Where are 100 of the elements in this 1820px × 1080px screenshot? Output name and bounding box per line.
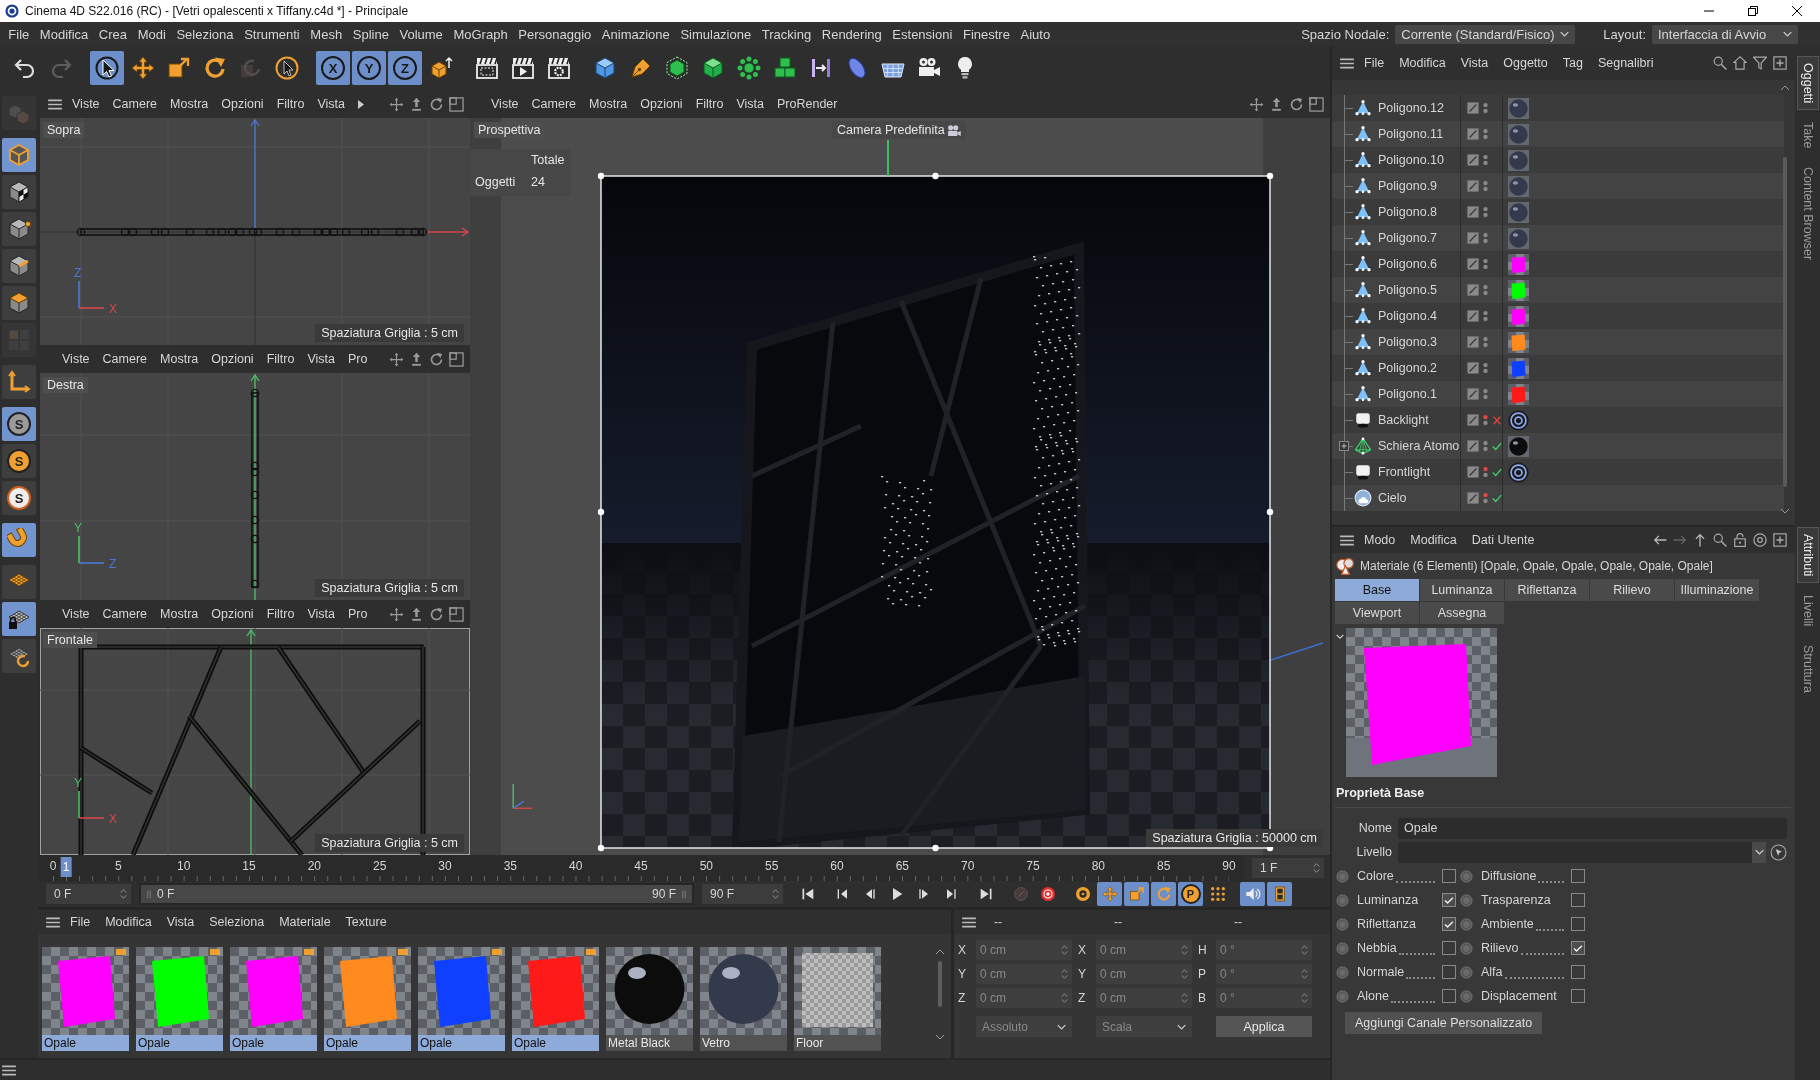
- material-tile[interactable]: Opale: [136, 947, 223, 1051]
- menu-item[interactable]: File: [3, 26, 35, 42]
- menu-item[interactable]: Mostra: [160, 607, 199, 621]
- target-tag-icon[interactable]: [1508, 409, 1529, 431]
- object-row[interactable]: Poligono.12: [1332, 95, 1784, 121]
- tab[interactable]: Illuminazione: [1675, 579, 1759, 601]
- close-icon[interactable]: [1792, 6, 1802, 16]
- checkbox[interactable]: [1571, 965, 1585, 979]
- menu-item[interactable]: Materiale: [279, 915, 331, 929]
- axis-mode-button[interactable]: [2, 365, 36, 399]
- tab[interactable]: Riflettanza: [1505, 579, 1589, 601]
- object-row[interactable]: Poligono.11: [1332, 121, 1784, 147]
- menu-item[interactable]: File: [70, 915, 91, 929]
- animation-dot-icon[interactable]: [1460, 893, 1473, 907]
- side-tab[interactable]: Attributi: [1796, 527, 1819, 584]
- visibility-dots-icon[interactable]: [1483, 440, 1488, 452]
- layer-square-icon[interactable]: [1467, 362, 1479, 374]
- menu-item[interactable]: Modo: [1364, 533, 1396, 547]
- animation-dot-icon[interactable]: [1336, 893, 1349, 907]
- visibility-dots-icon[interactable]: [1483, 336, 1488, 348]
- animation-dot-icon[interactable]: [1460, 989, 1473, 1003]
- menu-item[interactable]: Tag: [1562, 56, 1583, 70]
- edges-mode-button[interactable]: [2, 249, 36, 283]
- tab[interactable]: Rilievo: [1590, 579, 1674, 601]
- visibility-dots-icon[interactable]: [1483, 466, 1488, 478]
- object-row[interactable]: Poligono.10: [1332, 147, 1784, 173]
- home-icon[interactable]: [1733, 56, 1747, 70]
- restore-icon[interactable]: [1748, 6, 1758, 16]
- menu-item[interactable]: Vista: [307, 607, 335, 621]
- rotate-view-icon[interactable]: [429, 96, 444, 112]
- side-tab[interactable]: Take: [1797, 116, 1818, 155]
- menu-item[interactable]: Camere: [102, 352, 148, 366]
- visibility-dots-icon[interactable]: [1483, 128, 1488, 140]
- menu-item[interactable]: Personaggio: [512, 26, 597, 42]
- range-bar[interactable]: 0 F 90 F: [141, 885, 692, 903]
- menu-item[interactable]: Spline: [347, 26, 395, 42]
- menu-item[interactable]: Rendering: [816, 26, 888, 42]
- menu-item[interactable]: Tracking: [756, 26, 817, 42]
- animation-dot-icon[interactable]: [1336, 869, 1349, 883]
- forward-arrow-icon[interactable]: [1673, 533, 1687, 547]
- menu-item[interactable]: Seleziona: [209, 915, 265, 929]
- viewport[interactable]: Y X Frontale Spaziatura Griglia : 5 cm: [40, 628, 470, 855]
- layer-square-icon[interactable]: [1467, 440, 1479, 452]
- side-tab[interactable]: Livelli: [1797, 589, 1818, 633]
- layer-square-icon[interactable]: [1467, 128, 1479, 140]
- checkbox[interactable]: [1442, 965, 1456, 979]
- tab[interactable]: Luminanza: [1420, 579, 1504, 601]
- object-row[interactable]: Poligono.4: [1332, 303, 1784, 329]
- menu-item[interactable]: Seleziona: [171, 26, 239, 42]
- checkbox[interactable]: [1571, 917, 1585, 931]
- more-arrow-icon[interactable]: [358, 99, 364, 109]
- menu-item[interactable]: Mostra: [160, 352, 199, 366]
- axis-lock-button[interactable]: X: [316, 51, 350, 85]
- menu-item[interactable]: Pro: [348, 352, 368, 366]
- grip-icon[interactable]: [147, 889, 151, 899]
- menu-item[interactable]: Filtro: [276, 97, 305, 111]
- visibility-dots-icon[interactable]: [1483, 492, 1488, 504]
- menu-item[interactable]: Estensioni: [887, 26, 958, 42]
- move-view-icon[interactable]: [389, 606, 404, 622]
- checkbox[interactable]: [1571, 989, 1585, 1003]
- new-panel-icon[interactable]: [1773, 533, 1787, 547]
- menu-item[interactable]: Filtro: [695, 97, 724, 111]
- move-view-icon[interactable]: [389, 96, 404, 112]
- new-panel-icon[interactable]: [1773, 56, 1787, 70]
- checkbox[interactable]: [1571, 869, 1585, 883]
- axis-lock-button[interactable]: Z: [388, 51, 422, 85]
- solo-off-button[interactable]: S: [2, 481, 36, 515]
- layer-square-icon[interactable]: [1467, 414, 1479, 426]
- key-parameter-button[interactable]: P: [1178, 882, 1203, 906]
- menu-icon[interactable]: [2, 1064, 16, 1076]
- layer-square-icon[interactable]: [1467, 206, 1479, 218]
- end-frame-field[interactable]: 90 F: [702, 884, 783, 904]
- menu-item[interactable]: ProRender: [777, 97, 838, 111]
- menu-item[interactable]: File: [1364, 56, 1385, 70]
- animation-dot-icon[interactable]: [1336, 941, 1349, 955]
- visibility-dots-icon[interactable]: [1483, 232, 1488, 244]
- material-sphere-icon[interactable]: [1508, 435, 1529, 457]
- menu-item[interactable]: Crea: [93, 26, 133, 42]
- move-view-icon[interactable]: [389, 351, 404, 367]
- material-swatch-icon[interactable]: [1508, 253, 1529, 275]
- material-tile[interactable]: Opale: [512, 947, 599, 1051]
- menu-item[interactable]: Filtro: [266, 352, 295, 366]
- checkbox[interactable]: [1571, 941, 1585, 955]
- checkbox[interactable]: [1442, 869, 1456, 883]
- checkbox[interactable]: [1442, 917, 1456, 931]
- checkbox[interactable]: [1442, 989, 1456, 1003]
- layer-square-icon[interactable]: [1467, 284, 1479, 296]
- checkbox[interactable]: [1442, 941, 1456, 955]
- zoom-view-icon[interactable]: [1269, 96, 1284, 112]
- viewport[interactable]: Y Z Destra Spaziatura Griglia : 5 cm: [40, 373, 470, 600]
- visibility-dots-icon[interactable]: [1483, 310, 1488, 322]
- target-icon[interactable]: [1753, 533, 1767, 547]
- side-tab[interactable]: Struttura: [1797, 638, 1818, 699]
- menu-item[interactable]: Dati Utente: [1471, 533, 1535, 547]
- visibility-dots-icon[interactable]: [1483, 258, 1488, 270]
- visibility-dots-icon[interactable]: [1483, 362, 1488, 374]
- visibility-dots-icon[interactable]: [1483, 180, 1488, 192]
- layer-square-icon[interactable]: [1467, 232, 1479, 244]
- material-sphere-icon[interactable]: [1508, 97, 1529, 119]
- object-row[interactable]: Poligono.9: [1332, 173, 1784, 199]
